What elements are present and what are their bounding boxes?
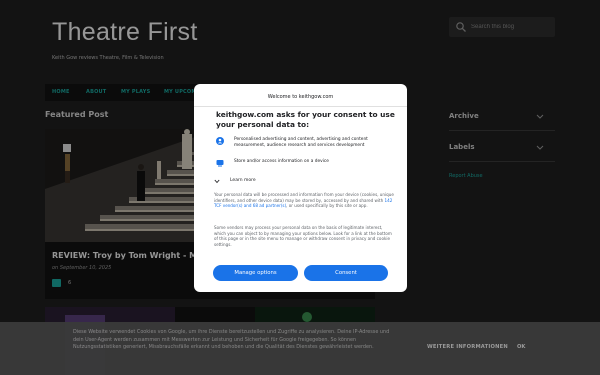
manage-options-button[interactable]: Manage options <box>213 265 298 281</box>
consent-button[interactable]: Consent <box>304 265 388 281</box>
device-icon <box>216 160 224 167</box>
cookie-ok-button[interactable]: OK <box>517 344 525 350</box>
page: Theatre First Keith Gow reviews Theatre,… <box>0 0 600 375</box>
consent-site-name: Welcome to keithgow.com <box>267 94 334 100</box>
purpose-text: Personalised advertising and content, ad… <box>234 137 368 148</box>
consent-heading: keithgow.com asks for your consent to us… <box>216 110 395 129</box>
more-info-button[interactable]: WEITERE INFORMATIONEN <box>427 344 508 350</box>
consent-paragraph-1: Your personal data will be processed and… <box>214 192 394 209</box>
learn-more-toggle[interactable]: Learn more <box>214 178 334 186</box>
consent-paragraph-2: Some vendors may process your personal d… <box>214 225 392 247</box>
cookie-notice-bar: Diese Website verwendet Cookies von Goog… <box>0 322 600 375</box>
cookie-notice-text: Diese Website verwendet Cookies von Goog… <box>73 329 390 351</box>
paragraph-text: Your personal data will be processed and… <box>214 192 394 203</box>
divider <box>194 106 407 107</box>
people-icon <box>216 137 224 145</box>
chevron-down-icon[interactable] <box>214 179 220 184</box>
purpose-text: Store and/or access information on a dev… <box>234 159 329 164</box>
learn-more-label[interactable]: Learn more <box>230 178 256 183</box>
paragraph-text: , or used specifically by this site or a… <box>286 203 368 209</box>
consent-dialog: Welcome to keithgow.com keithgow.com ask… <box>194 84 407 292</box>
